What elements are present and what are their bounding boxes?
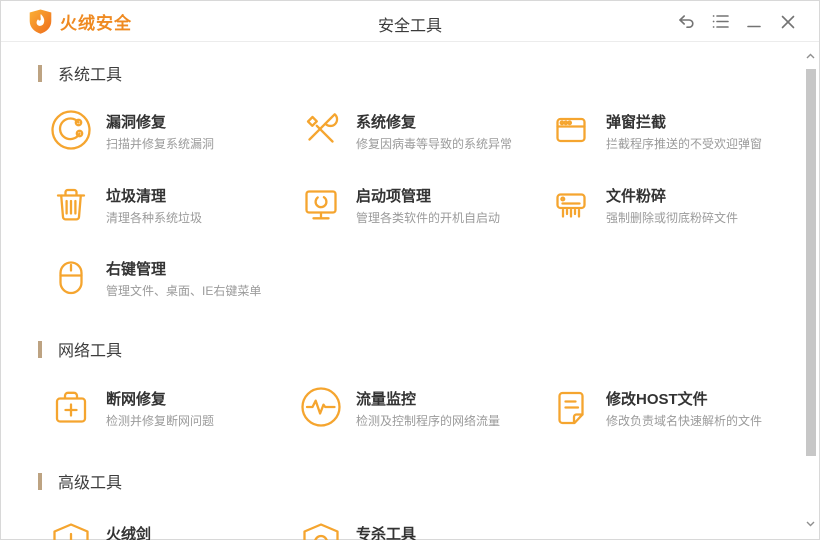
close-icon [781,15,795,28]
tool-subtitle: 清理各种系统垃圾 [106,211,203,225]
tool-title: 启动项管理 [356,188,432,205]
tool-subtitle: 检测并修复断网问题 [106,414,215,428]
tool-specialized-killer[interactable]: 专杀工具 [299,520,545,540]
section-marker [38,340,42,358]
popup-window-icon [549,108,593,152]
tool-startup-manager[interactable]: 启动项管理 管理各类软件的开机自启动 [299,182,545,232]
chevron-up-icon [806,53,815,59]
tool-title: 漏洞修复 [106,114,167,131]
minimize-icon [747,25,761,27]
monitor-startup-icon [299,182,343,226]
menu-list-button[interactable] [703,1,737,42]
section-label: 系统工具 [58,67,123,84]
section-marker [38,64,42,82]
window-controls [669,1,805,42]
back-undo-button[interactable] [669,1,703,42]
tool-title: 断网修复 [106,391,167,408]
tool-subtitle: 拦截程序推送的不受欢迎弹窗 [606,137,763,151]
section-label: 高级工具 [58,475,123,492]
scroll-down-button[interactable] [804,517,817,531]
tool-subtitle: 检测及控制程序的网络流量 [356,414,501,428]
undo-arrow-icon [679,15,694,28]
section-header-network-tools: 网络工具 [38,337,122,361]
tool-title: 垃圾清理 [106,188,167,205]
tool-junk-clean[interactable]: 垃圾清理 清理各种系统垃圾 [49,182,295,232]
mouse-icon [49,255,93,299]
close-button[interactable] [771,1,805,42]
tool-traffic-monitor[interactable]: 流量监控 检测及控制程序的网络流量 [299,385,545,435]
scroll-up-button[interactable] [804,49,817,63]
list-menu-icon [712,15,729,28]
tool-subtitle: 扫描并修复系统漏洞 [106,137,215,151]
tool-subtitle: 修改负责域名快速解析的文件 [606,414,763,428]
tool-popup-blocker[interactable]: 弹窗拦截 拦截程序推送的不受欢迎弹窗 [549,108,795,158]
section-label: 网络工具 [58,343,123,360]
tool-subtitle: 管理文件、桌面、IE右键菜单 [106,284,262,298]
minimize-button[interactable] [737,1,771,42]
tool-title: 文件粉碎 [606,188,667,205]
vertical-scrollbar [804,43,817,537]
tool-title: 火绒剑 [106,526,152,540]
shield-kill-icon [299,520,343,540]
scrollbar-thumb[interactable] [805,69,816,456]
huorong-security-tools-window: { "titlebar": { "logo_text": "火绒安全", "ti… [0,0,820,540]
tool-subtitle: 强制删除或彻底粉碎文件 [606,211,739,225]
section-marker [38,472,42,490]
tool-vulnerability-fix[interactable]: 漏洞修复 扫描并修复系统漏洞 [49,108,295,158]
section-header-system-tools: 系统工具 [38,61,122,85]
tool-modify-host-file[interactable]: 修改HOST文件 修改负责域名快速解析的文件 [549,385,795,435]
tool-title: 流量监控 [356,391,417,408]
repair-tools-icon [299,108,343,152]
tool-title: 弹窗拦截 [606,114,667,131]
titlebar: 火绒安全 安全工具 [1,1,819,42]
tool-subtitle: 管理各类软件的开机自启动 [356,211,501,225]
tool-title: 修改HOST文件 [606,391,708,408]
section-header-advanced-tools: 高级工具 [38,469,122,493]
chevron-down-icon [806,521,815,527]
tool-right-click-manager[interactable]: 右键管理 管理文件、桌面、IE右键菜单 [49,255,295,305]
file-shredder-icon [549,182,593,226]
traffic-pulse-icon [299,385,343,429]
tool-network-repair[interactable]: 断网修复 检测并修复断网问题 [49,385,295,435]
tool-subtitle: 修复因病毒等导致的系统异常 [356,137,513,151]
vulnerability-scan-icon [49,108,93,152]
tool-file-shredder[interactable]: 文件粉碎 强制删除或彻底粉碎文件 [549,182,795,232]
tool-title: 专杀工具 [356,526,417,540]
tool-system-repair[interactable]: 系统修复 修复因病毒等导致的系统异常 [299,108,545,158]
host-document-icon [549,385,593,429]
tool-huorong-sword[interactable]: 火绒剑 [49,520,295,540]
tool-title: 右键管理 [106,261,167,278]
shield-sword-icon [49,520,93,540]
tool-title: 系统修复 [356,114,417,131]
first-aid-kit-icon [49,385,93,429]
trash-can-icon [49,182,93,226]
